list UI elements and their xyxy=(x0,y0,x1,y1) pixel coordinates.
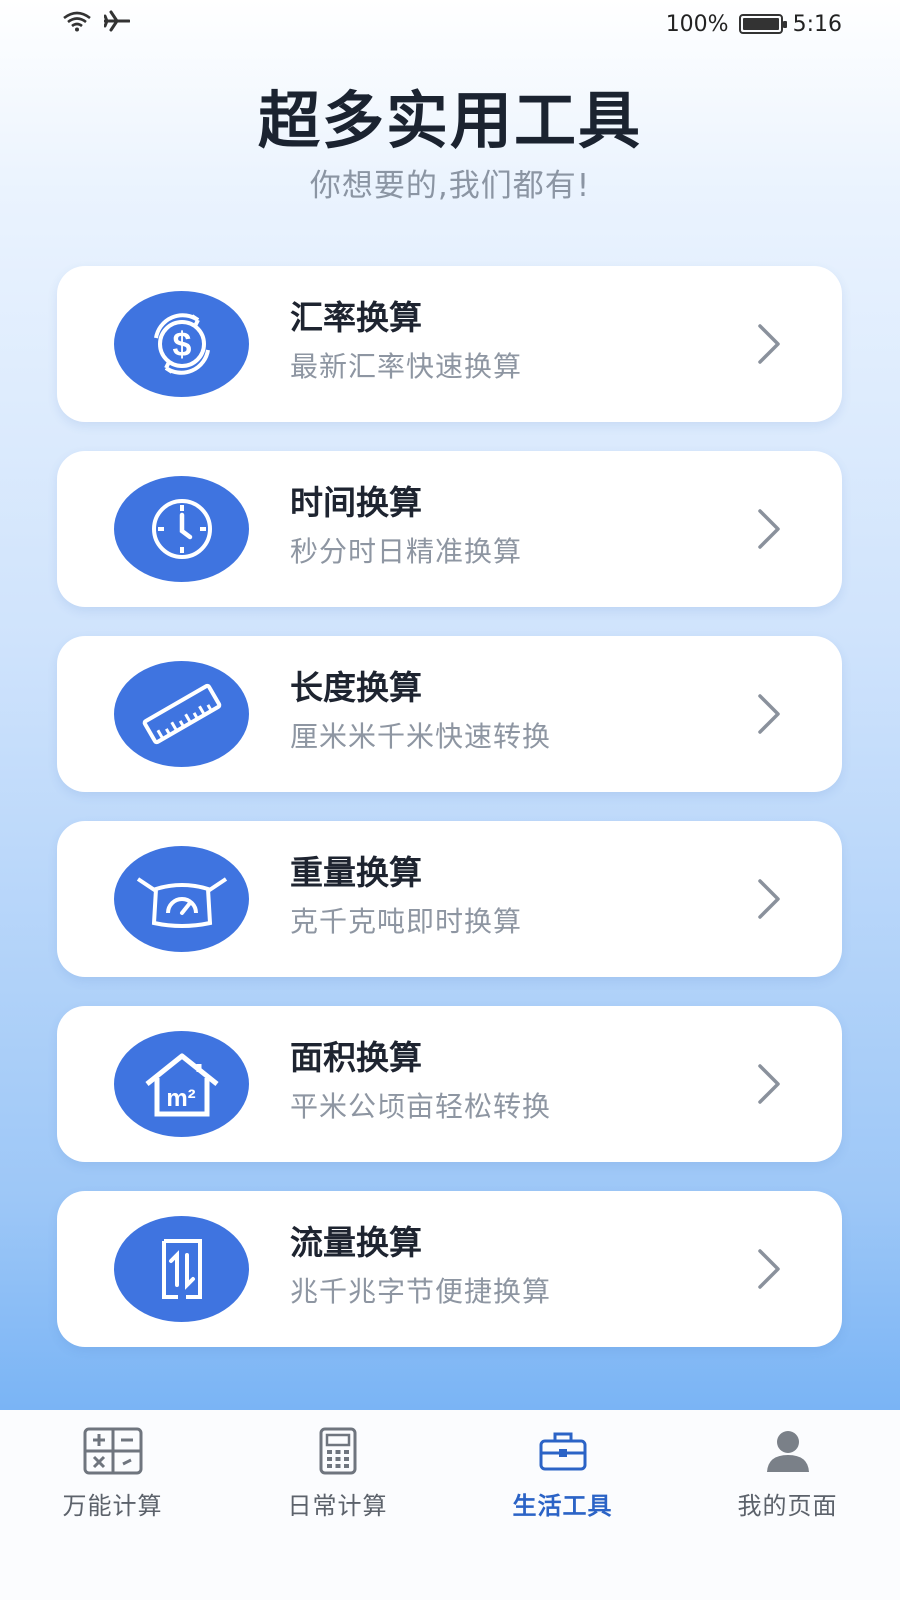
ruler-icon xyxy=(114,661,249,767)
page-subtitle: 你想要的,我们都有! xyxy=(309,168,591,204)
calculator-icon xyxy=(307,1426,369,1476)
tool-card-desc: 克千克吨即时换算 xyxy=(290,905,523,938)
tool-card-desc: 厘米米千米快速转换 xyxy=(290,720,552,753)
battery-icon xyxy=(738,14,787,34)
clock-time: 5:16 xyxy=(792,11,842,37)
tool-card-text: 时间换算 秒分时日精准换算 xyxy=(290,483,522,569)
wifi-icon xyxy=(62,10,92,38)
tool-card-title: 面积换算 xyxy=(290,1038,422,1077)
chevron-right-icon xyxy=(758,1064,780,1104)
calculator-grid-icon xyxy=(82,1426,144,1476)
chevron-right-icon xyxy=(758,879,780,919)
chevron-right-icon xyxy=(758,509,780,549)
data-transfer-icon xyxy=(114,1216,249,1322)
currency-exchange-icon: $ xyxy=(114,291,249,397)
tool-card-text: 汇率换算 最新汇率快速换算 xyxy=(290,298,522,384)
tool-card-text: 重量换算 克千克吨即时换算 xyxy=(290,853,522,939)
svg-text:$: $ xyxy=(172,326,191,364)
status-right: 100% 5:16 xyxy=(666,12,842,37)
tool-card-desc: 秒分时日精准换算 xyxy=(290,535,523,568)
nav-label: 日常计算 xyxy=(287,1492,388,1520)
nav-item-daily-calc[interactable]: 日常计算 xyxy=(225,1410,450,1600)
tool-card-weight[interactable]: 重量换算 克千克吨即时换算 xyxy=(57,821,842,977)
page-title: 超多实用工具 xyxy=(257,84,642,157)
airplane-icon xyxy=(103,10,131,38)
tool-card-title: 长度换算 xyxy=(290,668,422,707)
clock-icon xyxy=(114,476,249,582)
scale-icon xyxy=(114,846,249,952)
tool-card-desc: 平米公顷亩轻松转换 xyxy=(290,1090,552,1123)
tool-card-text: 长度换算 厘米米千米快速转换 xyxy=(290,668,551,754)
user-icon xyxy=(757,1426,819,1476)
nav-label: 万能计算 xyxy=(62,1492,163,1520)
nav-label: 生活工具 xyxy=(512,1492,613,1520)
chevron-right-icon xyxy=(758,324,780,364)
bottom-nav: 万能计算 日常计算 生活工具 我的页面 xyxy=(0,1410,900,1600)
tool-card-currency[interactable]: $ 汇率换算 最新汇率快速换算 xyxy=(57,266,842,422)
nav-label: 我的页面 xyxy=(737,1492,838,1520)
toolbox-icon xyxy=(532,1426,594,1476)
tool-card-desc: 最新汇率快速换算 xyxy=(290,350,523,383)
chevron-right-icon xyxy=(758,694,780,734)
tool-card-data[interactable]: 流量换算 兆千兆字节便捷换算 xyxy=(57,1191,842,1347)
tool-card-title: 汇率换算 xyxy=(290,298,422,337)
svg-text:m²: m² xyxy=(166,1085,195,1112)
tool-card-title: 重量换算 xyxy=(290,853,422,892)
tool-list: $ 汇率换算 最新汇率快速换算 时间换算 秒分时日精准换算 长度换算 厘米米千米… xyxy=(57,266,842,1376)
tool-card-desc: 兆千兆字节便捷换算 xyxy=(290,1275,552,1308)
tool-card-time[interactable]: 时间换算 秒分时日精准换算 xyxy=(57,451,842,607)
nav-item-my-page[interactable]: 我的页面 xyxy=(675,1410,900,1600)
nav-item-life-tools[interactable]: 生活工具 xyxy=(450,1410,675,1600)
battery-percent: 100% xyxy=(665,11,729,37)
tool-card-text: 流量换算 兆千兆字节便捷换算 xyxy=(290,1223,551,1309)
house-area-icon: m² xyxy=(114,1031,249,1137)
status-left xyxy=(62,10,131,38)
chevron-right-icon xyxy=(758,1249,780,1289)
status-bar: 100% 5:16 xyxy=(0,0,900,48)
tool-card-title: 时间换算 xyxy=(290,483,422,522)
tool-card-text: 面积换算 平米公顷亩轻松转换 xyxy=(290,1038,551,1124)
tool-card-title: 流量换算 xyxy=(290,1223,422,1262)
tool-card-area[interactable]: m² 面积换算 平米公顷亩轻松转换 xyxy=(57,1006,842,1162)
tool-card-length[interactable]: 长度换算 厘米米千米快速转换 xyxy=(57,636,842,792)
nav-item-universal-calc[interactable]: 万能计算 xyxy=(0,1410,225,1600)
